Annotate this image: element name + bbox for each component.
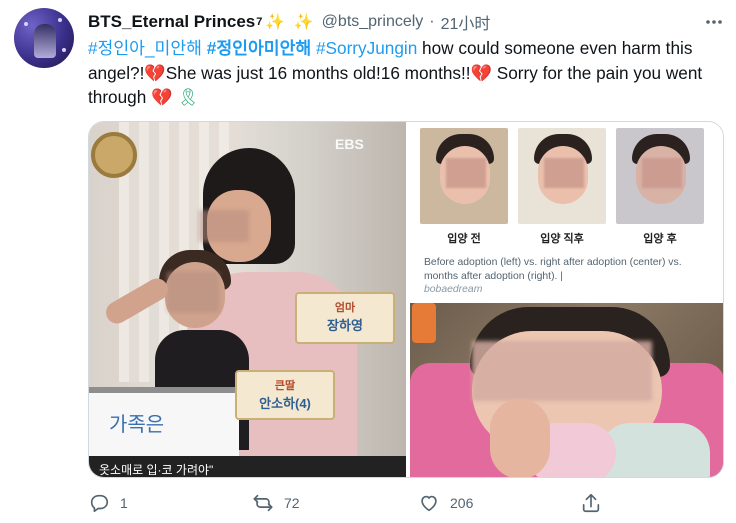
tweet-text: #정인아_미안해 #정인아미안해 #SorryJungin how could … bbox=[88, 36, 728, 110]
broken-heart-emoji: 💔 bbox=[144, 62, 166, 83]
media-grid: EBS 가족은 엄마 장하영 큰딸 안소하(4) 옷소매로 입·코 가려야" 입… bbox=[88, 121, 724, 478]
name-tag-daughter: 큰딸 안소하(4) bbox=[235, 370, 335, 420]
toy-object bbox=[412, 303, 436, 343]
reply-count: 1 bbox=[120, 495, 128, 511]
video-caption-bar: 옷소매로 입·코 가려야" bbox=[89, 456, 406, 477]
media-photo-top-right[interactable]: 입양 전 입양 직후 입양 후 Before adoption (left) v… bbox=[410, 122, 723, 299]
wall-clock bbox=[91, 132, 137, 178]
notebook-text: 가족은 bbox=[109, 412, 165, 436]
hashtag-link[interactable]: #정인아미안해 bbox=[207, 38, 311, 58]
pixelated-face-blur bbox=[167, 272, 219, 312]
name-tag-name: 장하영 bbox=[327, 318, 363, 333]
tweet-timestamp[interactable]: 21小时 bbox=[441, 10, 491, 34]
avatar[interactable] bbox=[14, 8, 74, 68]
tweet-actions: 1 72 206 bbox=[88, 488, 728, 518]
comparison-thumb-before bbox=[420, 128, 508, 224]
retweet-count: 72 bbox=[284, 495, 300, 511]
like-button[interactable]: 206 bbox=[418, 488, 473, 518]
author-name-superscript: 7 bbox=[256, 16, 263, 28]
separator-dot: · bbox=[429, 13, 435, 30]
pixelated-face-blur bbox=[642, 158, 682, 188]
media-photo-bottom-right[interactable] bbox=[410, 303, 723, 477]
share-icon bbox=[582, 493, 600, 513]
retweet-button[interactable]: 72 bbox=[252, 488, 300, 518]
hashtag-link[interactable]: #정인아_미안해 bbox=[88, 38, 202, 58]
avatar-sparkle bbox=[62, 48, 66, 52]
comparison-thumb-months-after bbox=[616, 128, 704, 224]
avatar-sparkle bbox=[58, 18, 62, 22]
comparison-label: 입양 후 bbox=[643, 233, 677, 245]
image-caption-text: Before adoption (left) vs. right after a… bbox=[424, 257, 682, 282]
share-button[interactable] bbox=[580, 488, 612, 518]
comparison-label: 입양 전 bbox=[447, 233, 481, 245]
pixelated-face-blur bbox=[544, 158, 584, 188]
tweet-text-part: She was just 16 months old!16 months!! bbox=[165, 62, 471, 83]
baby-shirt bbox=[600, 423, 710, 477]
broken-heart-emoji: 💔 bbox=[470, 62, 492, 83]
image-credit: bobaedream bbox=[424, 284, 483, 295]
comparison-label: 입양 직후 bbox=[540, 233, 584, 245]
ebs-watermark: EBS bbox=[335, 136, 364, 152]
hashtag-link[interactable]: #SorryJungin bbox=[316, 38, 417, 58]
heart-outline-icon bbox=[421, 495, 437, 512]
author-name[interactable]: BTS_Eternal Princes bbox=[88, 12, 255, 32]
tweet[interactable]: BTS_Eternal Princes 7 ✨ ✨ @bts_princely … bbox=[0, 0, 736, 523]
pixelated-face-blur bbox=[446, 158, 486, 188]
pixelated-face-blur bbox=[472, 341, 652, 401]
reply-button[interactable]: 1 bbox=[88, 488, 128, 518]
sparkles-emoji: ✨ ✨ bbox=[265, 14, 316, 31]
image-caption: Before adoption (left) vs. right after a… bbox=[424, 256, 718, 297]
media-photo-left[interactable]: EBS 가족은 엄마 장하영 큰딸 안소하(4) 옷소매로 입·코 가려야" bbox=[89, 122, 406, 477]
baby-hand bbox=[490, 399, 550, 477]
name-tag-role: 큰딸 bbox=[274, 380, 296, 392]
avatar-figure bbox=[34, 24, 56, 58]
like-count: 206 bbox=[450, 495, 474, 511]
name-tag-name: 안소하(4) bbox=[259, 396, 311, 411]
author-handle[interactable]: @bts_princely bbox=[322, 13, 424, 31]
tweet-header: BTS_Eternal Princes 7 ✨ ✨ @bts_princely … bbox=[88, 10, 491, 34]
retweet-icon bbox=[253, 494, 273, 512]
comparison-thumb-after bbox=[518, 128, 606, 224]
name-tag-role: 엄마 bbox=[334, 302, 356, 314]
more-icon[interactable] bbox=[704, 12, 724, 37]
ribbon-emoji: 🎗 bbox=[177, 87, 200, 107]
pixelated-face-blur bbox=[199, 210, 249, 242]
avatar-sparkle bbox=[24, 22, 28, 26]
broken-heart-emoji: 💔 bbox=[151, 87, 173, 107]
reply-icon bbox=[90, 494, 109, 513]
name-tag-mother: 엄마 장하영 bbox=[295, 292, 395, 344]
